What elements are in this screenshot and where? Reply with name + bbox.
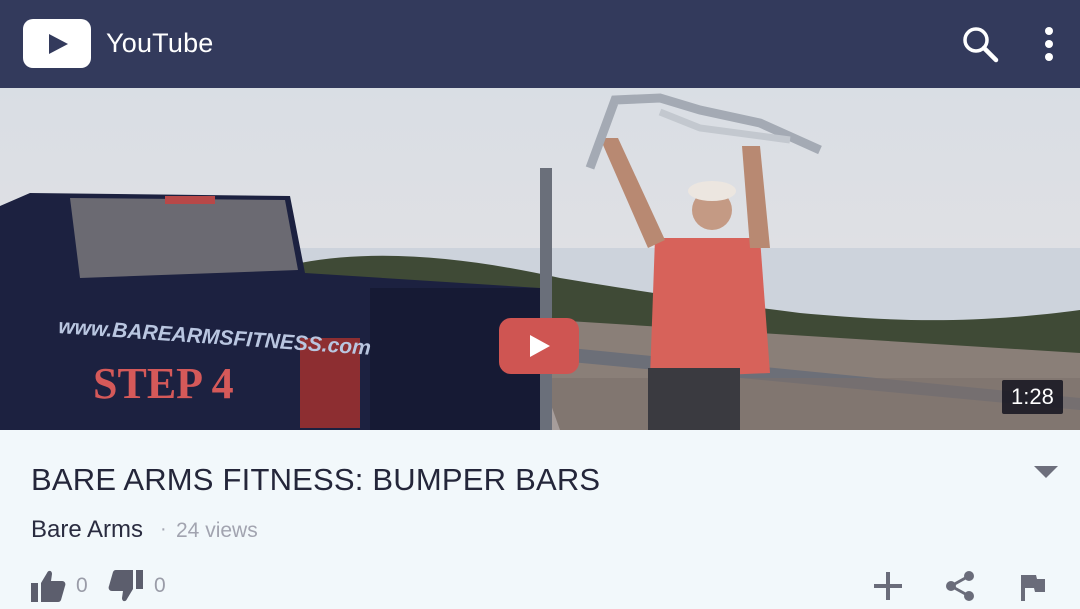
video-duration: 1:28 bbox=[1002, 380, 1063, 414]
youtube-logo-icon[interactable] bbox=[23, 19, 91, 68]
view-count: 24 views bbox=[176, 519, 258, 542]
search-button[interactable] bbox=[960, 24, 1000, 64]
video-player[interactable]: www.BAREARMSFITNESS.com STEP 4 bbox=[0, 88, 1080, 430]
dislike-button[interactable] bbox=[108, 569, 144, 603]
like-count: 0 bbox=[76, 574, 88, 597]
share-button[interactable] bbox=[944, 570, 976, 602]
play-icon bbox=[530, 335, 550, 357]
dislike-count: 0 bbox=[154, 574, 166, 597]
app-bar: YouTube bbox=[0, 0, 1080, 88]
channel-name[interactable]: Bare Arms bbox=[31, 516, 143, 544]
thumbs-up-icon bbox=[31, 570, 66, 602]
add-to-playlist-button[interactable] bbox=[872, 570, 904, 602]
chevron-down-icon bbox=[1034, 466, 1058, 478]
video-title: BARE ARMS FITNESS: BUMPER BARS bbox=[31, 462, 601, 497]
more-options-button[interactable] bbox=[1032, 24, 1066, 64]
like-button[interactable] bbox=[30, 569, 66, 603]
search-icon bbox=[963, 27, 999, 63]
expand-details-button[interactable] bbox=[1034, 464, 1058, 480]
flag-icon bbox=[1021, 575, 1045, 601]
separator: · bbox=[160, 518, 167, 540]
app-title: YouTube bbox=[106, 28, 214, 58]
flag-button[interactable] bbox=[1018, 572, 1048, 602]
add-icon bbox=[874, 572, 902, 600]
more-vertical-icon bbox=[1045, 27, 1053, 61]
play-button[interactable] bbox=[499, 318, 579, 374]
truck-step-text: STEP 4 bbox=[93, 359, 234, 408]
video-thumbnail: www.BAREARMSFITNESS.com STEP 4 bbox=[0, 88, 1080, 430]
share-icon bbox=[946, 571, 974, 601]
thumbs-down-icon bbox=[108, 570, 143, 602]
play-triangle-icon bbox=[49, 34, 68, 54]
